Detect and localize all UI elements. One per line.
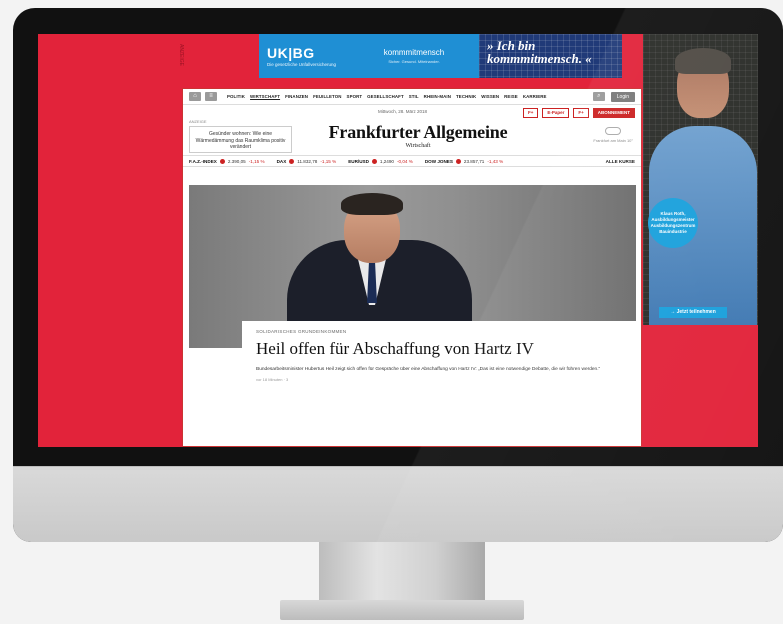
weather-widget[interactable]: Frankfurt am Main 10° — [593, 127, 633, 143]
nav-item-reise[interactable]: REISE — [504, 94, 518, 99]
slogan-line-2: kommmitmensch. « — [487, 51, 592, 66]
ticker-item[interactable]: EUR/USD 1,2490 -0,04 % — [348, 158, 413, 164]
ticker-item[interactable]: DAX 11.832,78 -1,15 % — [276, 158, 337, 164]
ticker-change: -1,43 % — [487, 158, 504, 164]
home-icon[interactable]: ⌂ — [189, 92, 201, 101]
promo-box[interactable]: Gesünder wohnen: Wie eine Wärmedämmung d… — [189, 126, 292, 153]
ukbg-subline: Die gesetzliche Unfallversicherung — [267, 62, 337, 67]
ticker-item[interactable]: F.A.Z.-INDEX 2.390,05 -1,15 % — [189, 158, 265, 164]
nav-item-technik[interactable]: TECHNIK — [456, 94, 476, 99]
menu-icon[interactable]: ≡ — [205, 92, 217, 101]
faz-page: ⌂ ≡ POLITIK WIRTSCHAFT FINANZEN FEUILLET… — [182, 88, 642, 447]
epaper-button[interactable]: E-Paper — [542, 108, 570, 118]
ticker-name: DOW JONES — [424, 158, 453, 164]
main-nav: ⌂ ≡ POLITIK WIRTSCHAFT FINANZEN FEUILLET… — [183, 89, 641, 105]
article-kicker: SOLIDARISCHES GRUNDEINKOMMEN — [256, 329, 347, 334]
nav-item-karriere[interactable]: KARRIERE — [523, 94, 547, 99]
nav-item-wissen[interactable]: WISSEN — [481, 94, 499, 99]
login-button[interactable]: Login — [610, 91, 635, 102]
ukbg-logo-text: UK|BG — [267, 45, 315, 61]
imac-monitor: ANZEIGE UK|BG Die gesetzliche Unfallvers… — [13, 8, 783, 542]
monitor-chin — [13, 466, 783, 542]
down-arrow-icon — [219, 158, 225, 164]
ad-slogan: » Ich bin kommmitmensch. « — [479, 34, 622, 78]
page-header: Mittwoch, 28. März 2018 ANZEIGE Gesünder… — [183, 105, 641, 155]
promo-ad-label: ANZEIGE — [189, 119, 207, 124]
faz-plus-button-2[interactable]: F+ — [573, 108, 589, 118]
kommmitmensch-logo: kommmitmensch Sicher. Gesund. Miteinande… — [359, 48, 469, 64]
header-buttons: F+ E-Paper F+ ABONNEMENT — [522, 108, 635, 118]
ukbg-logo: UK|BG Die gesetzliche Unfallversicherung — [259, 45, 359, 67]
down-arrow-icon — [455, 158, 461, 164]
ticker-name: DAX — [276, 158, 287, 164]
article-meta: vor 18 Minuten · 3 — [256, 377, 289, 382]
stage: ANZEIGE UK|BG Die gesetzliche Unfallvers… — [0, 0, 783, 624]
ticker-change: -0,04 % — [396, 158, 413, 164]
masthead-logo[interactable]: Frankfurter Allgemeine — [328, 122, 508, 143]
lead-article[interactable]: SOLIDARISCHES GRUNDEINKOMMEN Heil offen … — [242, 321, 637, 417]
ad-cta-button[interactable]: → Jetzt teilnehmen — [659, 307, 727, 318]
down-arrow-icon — [371, 158, 377, 164]
top-banner-ad[interactable]: UK|BG Die gesetzliche Unfallversicherung… — [259, 34, 622, 78]
ticker-value: 1,2490 — [379, 158, 394, 164]
ticker-value: 2.390,05 — [227, 158, 246, 164]
article-teaser: Bundesarbeitsminister Hubertus Heil zeig… — [256, 367, 601, 372]
ticker-change: -1,15 % — [248, 158, 265, 164]
weather-text: Frankfurt am Main 10° — [593, 138, 633, 143]
hero-person-hair — [341, 193, 403, 215]
ticker-name: F.A.Z.-INDEX — [189, 158, 217, 164]
header-date: Mittwoch, 28. März 2018 — [378, 109, 428, 114]
nav-item-stil[interactable]: STIL — [409, 94, 419, 99]
ad-vertical-label: ANZEIGE — [178, 44, 184, 66]
article-headline[interactable]: Heil offen für Abschaffung von Hartz IV — [256, 339, 623, 359]
nav-item-rhein-main[interactable]: RHEIN-MAIN — [424, 94, 451, 99]
market-ticker: F.A.Z.-INDEX 2.390,05 -1,15 % DAX 11.832,78… — [183, 155, 641, 167]
skyscraper-ad[interactable]: Klaus Roth, Ausbildungsmeister Ausbildun… — [643, 34, 758, 325]
nav-item-wirtschaft[interactable]: WIRTSCHAFT — [250, 94, 280, 99]
nav-items: POLITIK WIRTSCHAFT FINANZEN FEUILLETON S… — [227, 94, 547, 99]
nav-item-finanzen[interactable]: FINANZEN — [285, 94, 308, 99]
section-name: Wirtschaft — [405, 143, 431, 149]
ad-person-badge: Klaus Roth, Ausbildungsmeister Ausbildun… — [648, 198, 698, 248]
abonnement-button[interactable]: ABONNEMENT — [592, 108, 635, 118]
ticker-item[interactable]: DOW JONES 23.857,71 -1,43 % — [424, 158, 504, 164]
ticker-name: EUR/USD — [348, 158, 369, 164]
komm-subline: Sicher. Gesund. Miteinander. — [388, 59, 440, 64]
komm-logo-text: kommmitmensch — [383, 48, 445, 57]
down-arrow-icon — [289, 158, 295, 164]
all-quotes-link[interactable]: ALLE KURSE — [606, 159, 635, 164]
ticker-value: 23.857,71 — [463, 158, 485, 164]
nav-item-feuilleton[interactable]: FEUILLETON — [313, 94, 341, 99]
search-icon[interactable]: ⌕ — [592, 92, 605, 101]
ticker-change: -1,15 % — [320, 158, 337, 164]
cloud-icon — [605, 127, 622, 135]
browser-screen: ANZEIGE UK|BG Die gesetzliche Unfallvers… — [38, 34, 758, 447]
ticker-value: 11.832,78 — [297, 158, 318, 164]
monitor-stand-base — [280, 600, 524, 620]
faz-plus-button[interactable]: F+ — [522, 108, 539, 118]
monitor-stand — [319, 542, 485, 602]
nav-item-politik[interactable]: POLITIK — [227, 94, 245, 99]
ad-person-hair — [675, 48, 731, 74]
nav-item-gesellschaft[interactable]: GESELLSCHAFT — [367, 94, 404, 99]
nav-item-sport[interactable]: SPORT — [347, 94, 363, 99]
